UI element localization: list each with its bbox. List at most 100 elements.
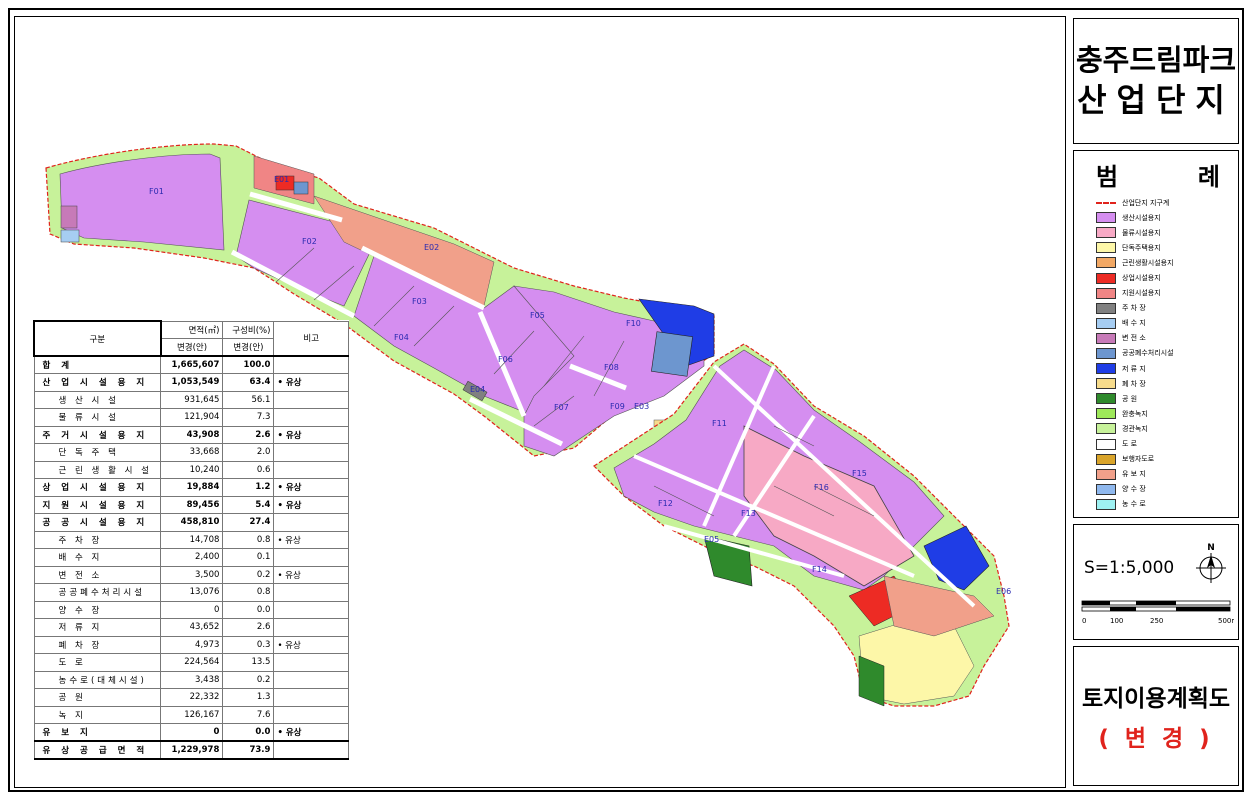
parcel-label-f15[interactable]: F15 — [852, 469, 867, 478]
legend-swatch — [1096, 317, 1116, 329]
plan-title: 토지이용계획도 — [1081, 686, 1231, 712]
legend-panel: 범 례 산업단지 지구계 생산시설용지 물류시설용지 단독주택용지 근린생활시설용지 상업… — [1073, 150, 1239, 518]
legend-swatch — [1096, 468, 1116, 480]
legend-label: 경관녹지 — [1122, 424, 1148, 433]
table-cell-ratio: 56.1 — [222, 390, 275, 409]
table-row: 물 류 시 설 121,904 7.3 — [33, 408, 349, 427]
legend-swatch — [1096, 257, 1116, 269]
table-cell-area: 0 — [160, 723, 224, 742]
table-row: 지 원 시 설 용 지 89,456 5.4 • 유상 — [33, 495, 349, 514]
legend-swatch — [1096, 347, 1116, 359]
title-line2: 산업단지 — [1077, 81, 1235, 119]
legend-item: 폐 차 장 — [1096, 376, 1238, 391]
table-cell-note — [273, 460, 349, 479]
parcel-label-f14[interactable]: F14 — [812, 565, 827, 574]
legend-swatch — [1096, 363, 1116, 375]
legend-label: 완충녹지 — [1122, 409, 1148, 418]
table-row: 공공폐수처리시설 13,076 0.8 — [33, 583, 349, 602]
table-cell-area: 1,229,978 — [160, 740, 224, 760]
parcel-label-f05[interactable]: F05 — [530, 311, 545, 320]
table-header-category: 구분 — [33, 320, 162, 357]
table-cell-name: 유 보 지 — [33, 723, 162, 742]
legend-label: 양 수 장 — [1122, 485, 1146, 494]
table-cell-ratio: 100.0 — [222, 355, 275, 374]
parcel-label-f16[interactable]: F16 — [814, 483, 829, 492]
parcel-label-e02[interactable]: E02 — [424, 243, 439, 252]
parcel-label-e05[interactable]: E05 — [704, 535, 719, 544]
parcel-label-f12[interactable]: F12 — [658, 499, 673, 508]
north-label: N — [1207, 543, 1215, 553]
legend-swatch — [1096, 378, 1116, 390]
legend-label: 유 보 지 — [1122, 470, 1146, 479]
table-cell-area: 89,456 — [160, 495, 224, 514]
table-cell-ratio: 1.2 — [222, 478, 275, 497]
table-cell-ratio: 2.6 — [222, 425, 275, 444]
table-cell-name: 공 원 — [33, 688, 162, 707]
table-cell-ratio: 2.0 — [222, 443, 275, 462]
parcel-label-f06[interactable]: F06 — [498, 355, 513, 364]
table-cell-note — [273, 513, 349, 532]
parcel-label-f02[interactable]: F02 — [302, 237, 317, 246]
table-cell-name: 유 상 공 급 면 적 — [33, 740, 162, 760]
parcel-label-f10[interactable]: F10 — [626, 319, 641, 328]
legend-swatch — [1096, 332, 1116, 344]
scale-text: S=1:5,000 — [1084, 558, 1175, 578]
legend-label: 주 차 장 — [1122, 304, 1146, 313]
table-cell-ratio: 7.6 — [222, 705, 275, 724]
legend-swatch — [1096, 302, 1116, 314]
parcel-label-e01[interactable]: E01 — [274, 175, 289, 184]
table-row: 생 산 시 설 931,645 56.1 — [33, 390, 349, 409]
legend-swatch — [1096, 272, 1116, 284]
parcel-label-f04[interactable]: F04 — [394, 333, 409, 342]
scale-tick-label: 0 — [1082, 617, 1086, 625]
table-cell-ratio: 27.4 — [222, 513, 275, 532]
table-cell-note — [273, 740, 349, 760]
parcel-label-e04[interactable]: E04 — [470, 385, 485, 394]
title-line1: 충주드림파크 — [1075, 43, 1237, 77]
table-cell-name: 근 린 생 활 시 설 — [33, 460, 162, 479]
legend-swatch — [1096, 212, 1116, 224]
legend-swatch — [1096, 242, 1116, 254]
parcel-label-f01[interactable]: F01 — [149, 187, 164, 196]
table-row: 녹 지 126,167 7.6 — [33, 705, 349, 724]
legend-item: 생산시설용지 — [1096, 210, 1238, 225]
parcel-label-f11[interactable]: F11 — [712, 419, 727, 428]
table-cell-ratio: 0.8 — [222, 530, 275, 549]
table-header-area-sub: 변경(안) — [160, 338, 224, 357]
legend-item: 변 전 소 — [1096, 331, 1238, 346]
table-row: 공 원 22,332 1.3 — [33, 688, 349, 707]
table-cell-name: 농수로(대체시설) — [33, 670, 162, 689]
table-row: 유 상 공 급 면 적 1,229,978 73.9 — [33, 740, 349, 760]
table-row: 농수로(대체시설) 3,438 0.2 — [33, 670, 349, 689]
table-cell-name: 배 수 지 — [33, 548, 162, 567]
table-cell-area: 13,076 — [160, 583, 224, 602]
table-cell-ratio: 0.3 — [222, 635, 275, 654]
table-row: 산 업 시 설 용 지 1,053,549 63.4 • 유상 — [33, 373, 349, 392]
table-cell-name: 공 공 시 설 용 지 — [33, 513, 162, 532]
table-cell-ratio: 2.6 — [222, 618, 275, 637]
legend-item: 산업단지 지구계 — [1096, 195, 1238, 210]
parcel-label-f08[interactable]: F08 — [604, 363, 619, 372]
table-row: 유 보 지 0 0.0 • 유상 — [33, 723, 349, 742]
table-cell-ratio: 0.0 — [222, 600, 275, 619]
plan-subtitle: ( 변 경 ) — [1098, 726, 1214, 752]
parcel-label-f07[interactable]: F07 — [554, 403, 569, 412]
table-cell-ratio: 63.4 — [222, 373, 275, 392]
parcel-label-e03[interactable]: E03 — [634, 402, 649, 411]
table-cell-name: 합 계 — [33, 355, 162, 374]
legend-swatch — [1096, 287, 1116, 299]
table-cell-area: 931,645 — [160, 390, 224, 409]
parcel-label-f09[interactable]: F09 — [610, 402, 625, 411]
parcel-label-e06[interactable]: E06 — [996, 587, 1011, 596]
scale-panel: S=1:5,000 N 0 100 250 500m — [1073, 524, 1239, 640]
table-cell-area: 224,564 — [160, 653, 224, 672]
table-header-note: 비고 — [273, 320, 349, 357]
parcel-label-f13[interactable]: F13 — [741, 509, 756, 518]
table-cell-note: • 유상 — [273, 723, 349, 742]
parcel-label-f03[interactable]: F03 — [412, 297, 427, 306]
table-cell-name: 공공폐수처리시설 — [33, 583, 162, 602]
table-cell-note — [273, 355, 349, 374]
table-cell-note — [273, 548, 349, 567]
table-row: 변 전 소 3,500 0.2 • 유상 — [33, 565, 349, 584]
legend-label: 도 로 — [1122, 440, 1138, 449]
